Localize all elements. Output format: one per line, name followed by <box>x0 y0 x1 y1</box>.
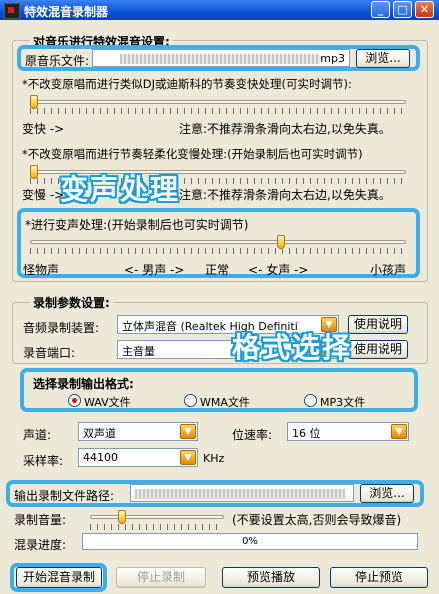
maximize-icon: □ <box>397 3 408 16</box>
chevron-down-icon: ▼ <box>180 424 196 439</box>
channel-label: 声道: <box>23 428 52 442</box>
source-file-input[interactable]: mp3 <box>92 49 350 67</box>
samplerate-value: 44100 <box>83 451 118 464</box>
voice-change-overlay: 变声处理 <box>60 173 181 206</box>
slowdown-note: 注意:不推荐滑条滑向太右边,以免失真。 <box>179 188 391 202</box>
chevron-down-icon: ▼ <box>391 424 407 439</box>
title-bar[interactable]: 特效混音录制器 _ □ ✕ <box>0 0 439 20</box>
device-help-button[interactable]: 使用说明 <box>348 315 408 334</box>
format-label-mp3[interactable]: MP3文件 <box>320 394 365 410</box>
voice-ticks <box>30 248 402 254</box>
voice-label-female: <- 女声 -> <box>248 263 309 277</box>
speedup-ticks <box>30 108 402 114</box>
samplerate-unit: KHz <box>203 452 225 465</box>
file-path-blurred <box>120 54 321 64</box>
chevron-down-icon: ▼ <box>180 450 196 465</box>
speedup-description: *不改变原唱而进行类似DJ或迪斯科的节奏变快处理(可实时调节): <box>22 77 352 91</box>
bitrate-label: 位速率: <box>232 428 273 442</box>
format-radio-mp3[interactable] <box>304 394 317 407</box>
output-path-input[interactable] <box>130 484 354 502</box>
window-title: 特效混音录制器 <box>24 5 109 19</box>
record-settings-title: 录制参数设置: <box>30 294 113 311</box>
channel-select[interactable]: 双声道 ▼ <box>78 422 198 441</box>
close-button[interactable]: ✕ <box>415 1 434 18</box>
format-select-overlay: 格式选择 <box>232 331 353 364</box>
browse-source-button[interactable]: 浏览... <box>356 49 410 68</box>
format-title: 选择录制输出格式: <box>30 375 137 392</box>
source-file-ext: mp3 <box>320 52 345 65</box>
output-path-blurred <box>135 489 345 499</box>
port-label: 录音端口: <box>23 346 76 360</box>
volume-slider-track[interactable] <box>90 515 224 519</box>
voice-label-male: <- 男声 -> <box>124 263 185 277</box>
volume-slider-thumb[interactable] <box>117 510 126 524</box>
slowdown-description: *不改变原唱而进行节奏轻柔化变慢处理:(开始录制后也可实时调节) <box>22 147 363 161</box>
maximize-button[interactable]: □ <box>393 1 412 18</box>
browse-output-button[interactable]: 浏览... <box>360 484 414 503</box>
slowdown-slider-thumb[interactable] <box>30 165 38 179</box>
port-value: 主音量 <box>122 345 155 358</box>
voice-label-child: 小孩声 <box>370 263 407 277</box>
channel-value: 双声道 <box>83 427 116 440</box>
preview-play-button[interactable]: 预览播放 <box>222 567 320 588</box>
minimize-icon: _ <box>377 3 384 16</box>
voice-slider-thumb[interactable] <box>276 235 285 249</box>
format-radio-wav[interactable] <box>68 394 81 407</box>
format-label-wma[interactable]: WMA文件 <box>200 394 250 410</box>
bitrate-select[interactable]: 16 位 ▼ <box>287 422 409 441</box>
speedup-slider-track[interactable] <box>30 100 406 104</box>
format-label-wav[interactable]: WAV文件 <box>84 394 131 410</box>
app-icon <box>4 3 20 19</box>
volume-label: 录制音量: <box>14 513 67 527</box>
voice-label-normal: 正常 <box>205 263 230 277</box>
format-radio-wma[interactable] <box>184 394 197 407</box>
volume-note: (不要设置太高,否则会导致爆音) <box>232 513 402 527</box>
port-help-button[interactable]: 使用说明 <box>348 340 408 359</box>
mix-progress-bar: 0% <box>82 533 418 550</box>
voice-change-description: *进行变声处理:(开始录制后也可实时调节) <box>25 218 249 232</box>
samplerate-select[interactable]: 44100 ▼ <box>78 448 198 467</box>
start-record-button[interactable]: 开始混音录制 <box>16 567 102 588</box>
close-icon: ✕ <box>419 3 430 16</box>
progress-value: 0% <box>242 536 258 547</box>
source-file-label: 原音乐文件: <box>25 54 90 68</box>
speedup-note: 注意:不推荐滑条滑向太右边,以免失真。 <box>179 122 391 136</box>
output-path-label: 输出录制文件路径: <box>14 489 115 503</box>
speedup-left-label: 变快 -> <box>22 122 65 136</box>
device-label: 音频录制装置: <box>23 321 100 335</box>
voice-label-monster: 怪物声 <box>23 263 60 277</box>
progress-label: 混录进度: <box>14 538 67 552</box>
volume-ticks <box>90 524 222 530</box>
minimize-button[interactable]: _ <box>371 1 390 18</box>
bitrate-value: 16 位 <box>292 427 321 440</box>
samplerate-label: 采样率: <box>23 454 64 468</box>
stop-preview-button[interactable]: 停止预览 <box>330 567 428 588</box>
slowdown-left-label: 变慢 -> <box>22 188 65 202</box>
voice-slider-track[interactable] <box>30 240 406 244</box>
speedup-slider-thumb[interactable] <box>30 95 38 109</box>
stop-record-button[interactable]: 停止录制 <box>116 567 206 588</box>
